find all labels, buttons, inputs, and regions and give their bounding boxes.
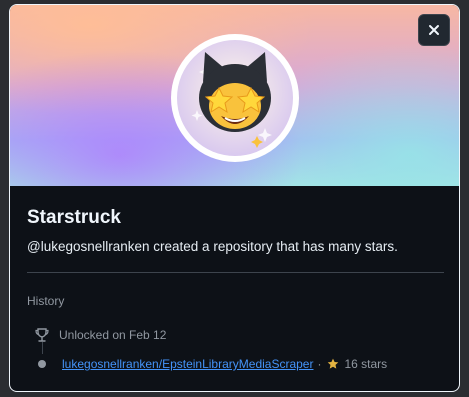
- starstruck-badge-icon: [171, 34, 299, 162]
- achievement-dialog: Starstruck @lukegosnellranken created a …: [9, 4, 460, 392]
- history-heading: History: [27, 294, 65, 308]
- trophy-icon: [35, 328, 49, 342]
- divider: [27, 272, 444, 273]
- stars-count: 16 stars: [344, 357, 388, 371]
- unlock-date: Unlocked on Feb 12: [59, 328, 167, 342]
- unlock-entry: Unlocked on Feb 12: [34, 326, 166, 344]
- star-icon: [327, 358, 339, 370]
- separator: ·: [317, 357, 322, 371]
- close-icon: [429, 25, 439, 35]
- achievement-title: Starstruck: [27, 207, 121, 228]
- timeline-dot: [38, 360, 46, 368]
- achievement-description: @lukegosnellranken created a repository …: [27, 239, 398, 254]
- repo-entry: lukegosnellranken/EpsteinLibraryMediaScr…: [38, 356, 387, 372]
- close-button[interactable]: [418, 14, 450, 46]
- achievement-banner: [10, 5, 459, 186]
- repo-link[interactable]: lukegosnellranken/EpsteinLibraryMediaScr…: [62, 357, 313, 371]
